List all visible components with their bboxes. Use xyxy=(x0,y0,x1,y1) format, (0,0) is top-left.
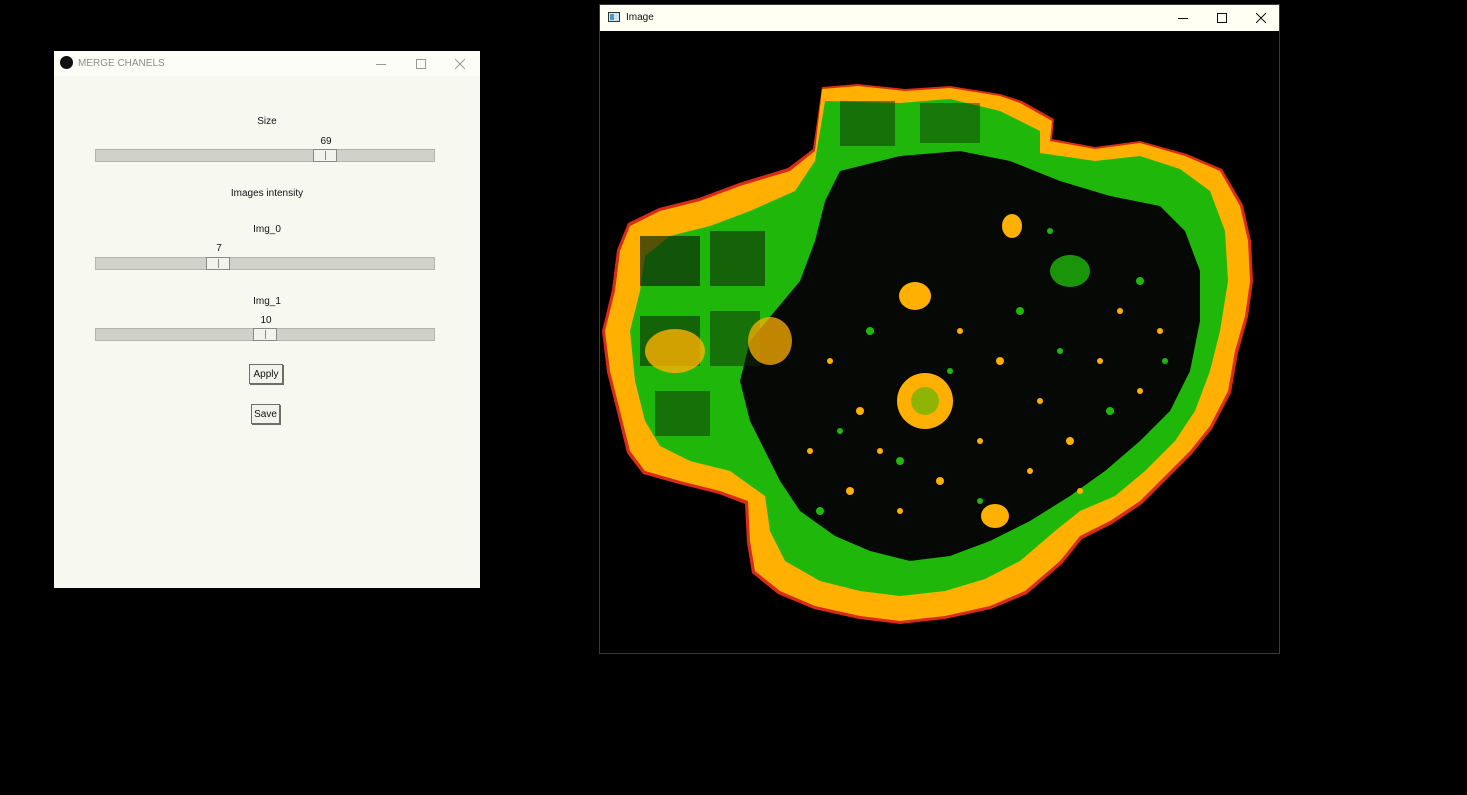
merge-channels-window: MERGE CHANELS Size 69 Images intensity I… xyxy=(54,51,480,588)
img1-slider[interactable] xyxy=(95,328,435,341)
img1-label: Img_1 xyxy=(253,296,281,307)
maximize-icon xyxy=(1217,13,1227,23)
save-button[interactable]: Save xyxy=(251,404,280,424)
close-icon xyxy=(455,59,465,69)
minimize-icon xyxy=(376,64,386,65)
maximize-icon xyxy=(416,59,426,69)
img1-value: 10 xyxy=(260,315,272,326)
close-icon xyxy=(1256,13,1266,23)
image-window-titlebar[interactable]: Image xyxy=(600,5,1279,31)
maximize-button[interactable] xyxy=(402,51,440,77)
image-window: Image xyxy=(599,4,1280,654)
image-close-button[interactable] xyxy=(1242,5,1280,31)
img0-slider[interactable] xyxy=(95,257,435,270)
size-slider-thumb[interactable] xyxy=(313,149,337,162)
close-button[interactable] xyxy=(441,51,479,77)
merge-window-titlebar[interactable]: MERGE CHANELS xyxy=(54,51,480,76)
minimize-button[interactable] xyxy=(362,51,400,77)
size-label: Size xyxy=(257,116,277,127)
size-value: 69 xyxy=(320,136,332,147)
merged-image xyxy=(600,31,1279,653)
image-window-title: Image xyxy=(626,12,654,23)
img1-slider-thumb[interactable] xyxy=(253,328,277,341)
img0-slider-thumb[interactable] xyxy=(206,257,230,270)
app-icon xyxy=(60,56,73,69)
img0-label: Img_0 xyxy=(253,224,281,235)
minimize-icon xyxy=(1178,18,1188,19)
images-intensity-heading: Images intensity xyxy=(230,188,304,199)
image-minimize-button[interactable] xyxy=(1164,5,1202,31)
size-slider[interactable] xyxy=(95,149,435,162)
image-window-icon xyxy=(608,12,620,22)
img0-value: 7 xyxy=(216,243,222,254)
merge-window-title: MERGE CHANELS xyxy=(78,58,165,69)
image-maximize-button[interactable] xyxy=(1203,5,1241,31)
apply-button[interactable]: Apply xyxy=(249,364,283,384)
